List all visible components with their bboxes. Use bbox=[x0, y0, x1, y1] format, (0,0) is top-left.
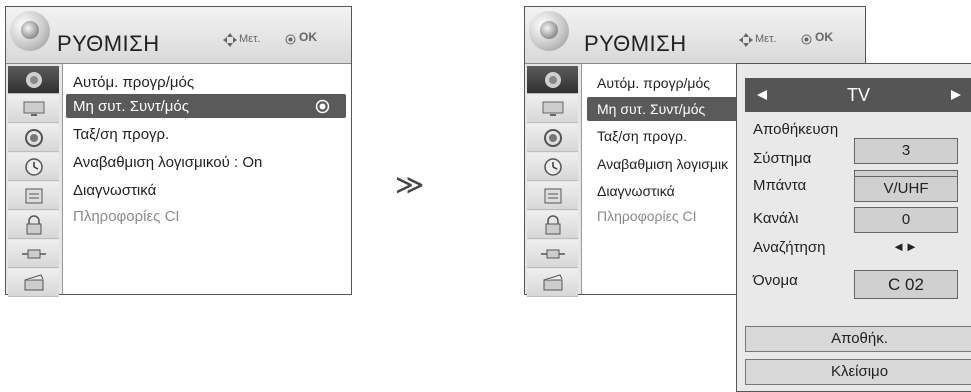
menu-header: ΡΥΘΜΙΣΗ Μετ. OK bbox=[525, 7, 865, 64]
menu-item-manual-tuning[interactable]: Μη συτ. Συντ/μός bbox=[597, 101, 705, 117]
source-label: TV bbox=[846, 85, 870, 105]
menu-item-software-update[interactable]: Αναβαθμιση λογισμικ bbox=[597, 156, 728, 172]
system-label: Σύστημα bbox=[753, 150, 812, 167]
menu-item-programme-edit[interactable]: Ταξ/ση προγρ. bbox=[597, 128, 687, 144]
sidebar-input-icon[interactable] bbox=[8, 240, 59, 268]
search-label: Αναζήτηση bbox=[753, 239, 826, 256]
category-sidebar bbox=[6, 64, 63, 297]
sidebar-picture-icon[interactable] bbox=[8, 95, 59, 123]
sidebar-lock-icon[interactable] bbox=[8, 211, 59, 239]
sidebar-setup-icon[interactable] bbox=[527, 66, 578, 94]
move-hint: Μετ. bbox=[239, 33, 261, 45]
sidebar-input-icon[interactable] bbox=[527, 240, 578, 268]
menu-item-ci-info: Πληροφορίες CI bbox=[73, 208, 180, 225]
storage-label: Αποθήκευση bbox=[753, 121, 839, 138]
menu-header: ΡΥΘΜΙΣΗ Μετ. OK bbox=[6, 7, 351, 64]
channel-field[interactable]: 0 bbox=[854, 207, 958, 233]
move-arrows-icon bbox=[739, 33, 753, 47]
menu-item-auto-tuning[interactable]: Αυτόμ. προγρ/μός bbox=[597, 75, 710, 91]
name-field[interactable]: C 02 bbox=[854, 270, 958, 299]
menu-item-auto-tuning[interactable]: Αυτόμ. προγρ/μός bbox=[73, 74, 194, 91]
storage-field[interactable]: 3 bbox=[854, 138, 958, 164]
sidebar-picture-icon[interactable] bbox=[527, 95, 578, 123]
arrow-right-icon[interactable] bbox=[951, 90, 961, 100]
category-sidebar bbox=[525, 64, 582, 297]
sidebar-media-icon[interactable] bbox=[527, 269, 578, 297]
sidebar-setup-icon[interactable] bbox=[8, 66, 59, 94]
menu-title: ΡΥΘΜΙΣΗ bbox=[584, 31, 687, 56]
selected-radio-icon bbox=[315, 99, 330, 114]
sidebar-audio-icon[interactable] bbox=[8, 124, 59, 152]
menu-item-manual-tuning[interactable]: Μη συτ. Συντ/μός bbox=[73, 98, 189, 115]
globe-icon bbox=[529, 11, 569, 51]
ok-hint: OK bbox=[815, 30, 833, 44]
ok-icon bbox=[285, 34, 296, 45]
left-setup-menu: ΡΥΘΜΙΣΗ Μετ. OK Αυτόμ. προγρ/μός Μη συτ.… bbox=[5, 6, 352, 297]
close-button[interactable]: Κλείσιμο bbox=[745, 359, 971, 385]
sidebar-option-icon[interactable] bbox=[527, 182, 578, 210]
sidebar-lock-icon[interactable] bbox=[527, 211, 578, 239]
name-label: Όνομα bbox=[753, 272, 798, 289]
sidebar-option-icon[interactable] bbox=[8, 182, 59, 210]
save-button[interactable]: Αποθήκ. bbox=[745, 326, 971, 352]
menu-title: ΡΥΘΜΙΣΗ bbox=[57, 31, 160, 56]
menu-item-ci-info: Πληροφορίες CI bbox=[597, 208, 697, 224]
channel-label: Κανάλι bbox=[753, 210, 799, 227]
menu-item-diagnostics[interactable]: Διαγνωστικά bbox=[597, 183, 675, 199]
sidebar-time-icon[interactable] bbox=[527, 153, 578, 181]
source-selector[interactable]: TV bbox=[745, 78, 971, 112]
band-label: Μπάντα bbox=[753, 177, 807, 194]
sidebar-time-icon[interactable] bbox=[8, 153, 59, 181]
transition-arrow: ≫ bbox=[395, 169, 425, 200]
manual-tuning-submenu: TV Αποθήκευση 3 Σύστημα BG Μπάντα V/UHF … bbox=[736, 63, 971, 392]
move-hint: Μετ. bbox=[755, 33, 777, 45]
band-field[interactable]: V/UHF bbox=[854, 176, 958, 202]
move-arrows-icon bbox=[223, 33, 237, 47]
globe-icon bbox=[10, 11, 50, 51]
menu-item-software-update[interactable]: Αναβαθμιση λογισμικού : On bbox=[73, 154, 262, 171]
menu-item-diagnostics[interactable]: Διαγνωστικά bbox=[73, 182, 156, 199]
menu-item-programme-edit[interactable]: Ταξ/ση προγρ. bbox=[73, 126, 169, 143]
ok-icon bbox=[801, 34, 812, 45]
ok-hint: OK bbox=[299, 30, 317, 44]
sidebar-audio-icon[interactable] bbox=[527, 124, 578, 152]
sidebar-media-icon[interactable] bbox=[8, 269, 59, 297]
search-arrows-control[interactable]: ◄► bbox=[854, 239, 956, 254]
